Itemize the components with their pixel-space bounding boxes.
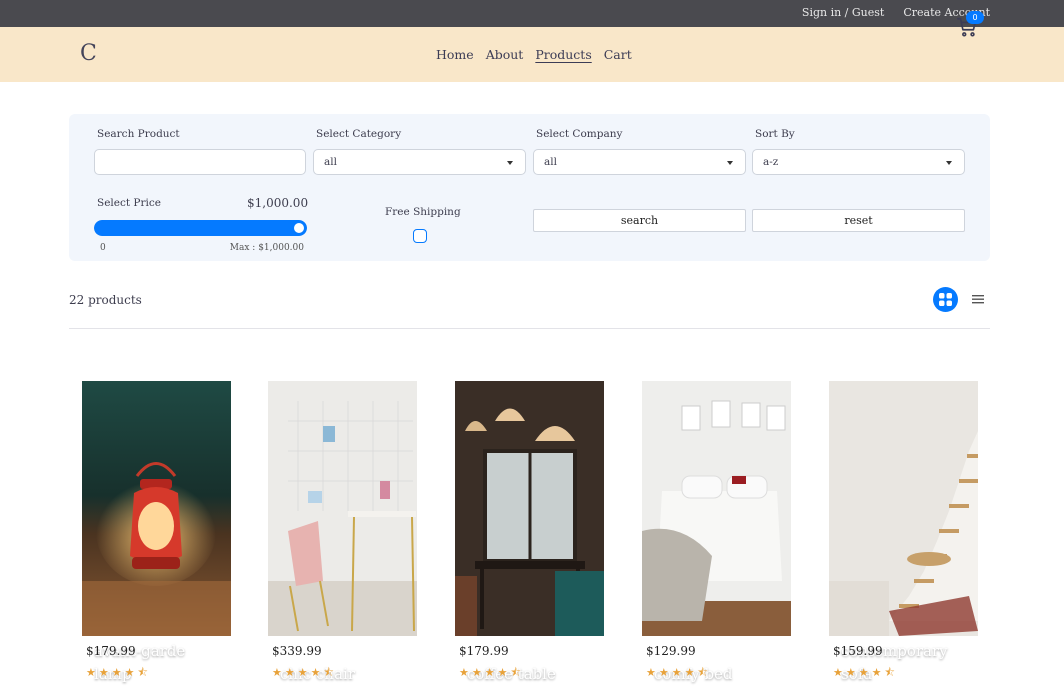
- free-shipping-checkbox[interactable]: [413, 229, 427, 243]
- price-max: Max : $1,000.00: [229, 243, 304, 253]
- product-image-bed: [642, 381, 791, 636]
- divider: [69, 328, 990, 329]
- grid-icon: [939, 293, 952, 306]
- chevron-down-icon: [946, 161, 952, 165]
- star-rating-icon: ★★★★⯪: [833, 666, 898, 679]
- navbar: C Home About Products Cart: [0, 27, 1064, 82]
- product-card[interactable]: avant-garde lamp $179.99 ★★★★⯪: [82, 381, 231, 696]
- sort-select[interactable]: a-z: [752, 149, 965, 175]
- select-price-label: Select Price: [97, 197, 161, 209]
- chevron-down-icon: [727, 161, 733, 165]
- price-range-handle[interactable]: [292, 221, 306, 235]
- product-count: 22 products: [69, 293, 142, 307]
- company-select-value: all: [544, 156, 557, 168]
- list-icon[interactable]: [970, 291, 986, 307]
- company-select[interactable]: all: [533, 149, 746, 175]
- product-price: $159.99: [833, 644, 883, 658]
- product-image-lamp: [82, 381, 231, 636]
- product-image-sofa: [829, 381, 978, 636]
- nav-link-home[interactable]: Home: [436, 47, 474, 62]
- product-image-table: [455, 381, 604, 636]
- price-value: $1,000.00: [247, 196, 309, 210]
- product-card[interactable]: chic chair $339.99 ★★★★⯪: [268, 381, 417, 696]
- free-shipping-label: Free Shipping: [385, 206, 461, 218]
- sort-by-label: Sort By: [755, 128, 795, 140]
- search-product-input[interactable]: [94, 149, 306, 175]
- price-min: 0: [100, 243, 106, 253]
- product-card[interactable]: coffee table $179.99 ★★★★⯪: [455, 381, 604, 696]
- nav-link-cart[interactable]: Cart: [604, 47, 632, 62]
- product-price: $179.99: [459, 644, 509, 658]
- chevron-down-icon: [507, 161, 513, 165]
- product-price: $179.99: [86, 644, 136, 658]
- top-bar: Sign in / Guest Create Account: [0, 0, 1064, 27]
- nav-link-products[interactable]: Products: [535, 47, 591, 62]
- logo[interactable]: C: [80, 41, 97, 66]
- product-image-chair: [268, 381, 417, 636]
- price-range-slider[interactable]: [94, 220, 307, 236]
- cart-count-badge: 0: [966, 11, 984, 24]
- sort-select-value: a-z: [763, 156, 779, 168]
- grid-view-button[interactable]: [933, 287, 958, 312]
- nav-links: Home About Products Cart: [436, 47, 632, 62]
- select-company-label: Select Company: [536, 128, 623, 140]
- price-range-fill: [94, 220, 307, 236]
- product-price: $129.99: [646, 644, 696, 658]
- search-button[interactable]: search: [533, 209, 746, 232]
- star-rating-icon: ★★★★⯪: [646, 666, 711, 679]
- product-card[interactable]: comfy bed $129.99 ★★★★⯪: [642, 381, 791, 696]
- star-rating-icon: ★★★★⯪: [86, 666, 151, 679]
- reset-button[interactable]: reset: [752, 209, 965, 232]
- filter-panel: [69, 114, 990, 261]
- select-category-label: Select Category: [316, 128, 402, 140]
- search-product-label: Search Product: [97, 128, 180, 140]
- star-rating-icon: ★★★★⯪: [272, 666, 337, 679]
- category-select-value: all: [324, 156, 337, 168]
- nav-link-about[interactable]: About: [486, 47, 524, 62]
- product-card[interactable]: contemporary sofa $159.99 ★★★★⯪: [829, 381, 978, 696]
- star-rating-icon: ★★★★⯪: [459, 666, 524, 679]
- sign-in-link[interactable]: Sign in / Guest: [802, 6, 884, 19]
- category-select[interactable]: all: [313, 149, 526, 175]
- product-price: $339.99: [272, 644, 322, 658]
